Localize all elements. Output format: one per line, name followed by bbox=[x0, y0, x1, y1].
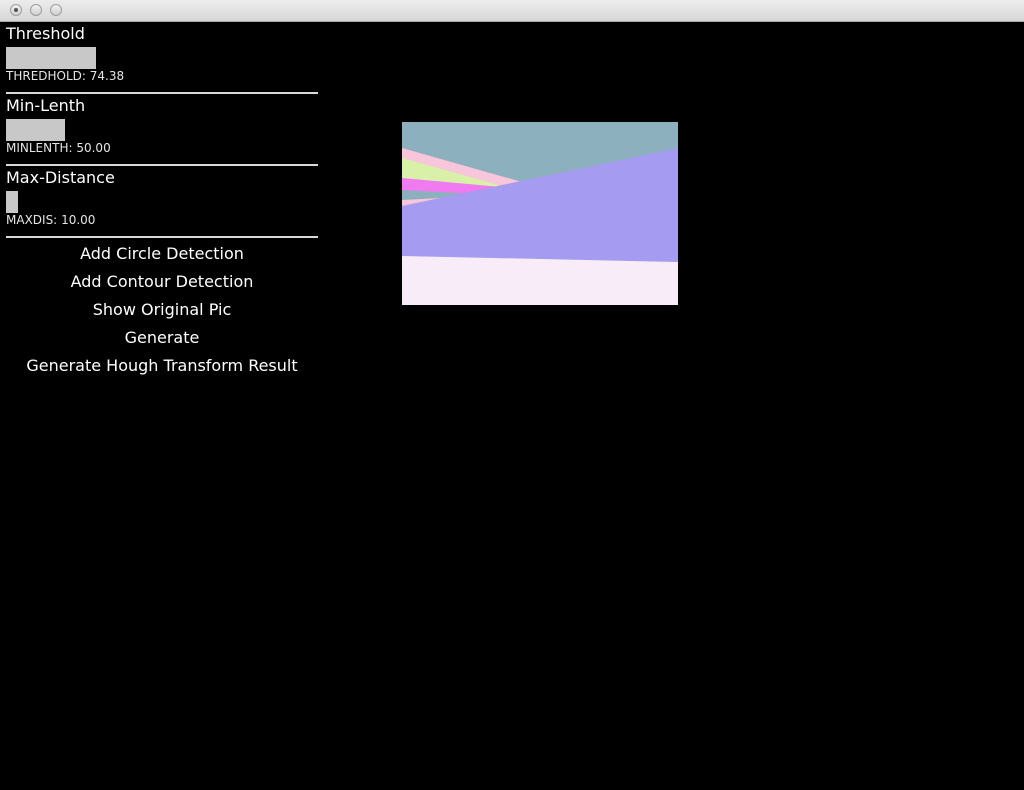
min-length-slider-fill[interactable] bbox=[6, 119, 65, 141]
add-circle-detection-button[interactable]: Add Circle Detection bbox=[6, 240, 318, 268]
add-contour-detection-button[interactable]: Add Contour Detection bbox=[6, 268, 318, 296]
min-length-slider[interactable] bbox=[6, 119, 318, 141]
title-bar bbox=[0, 0, 1024, 22]
minimize-window-button[interactable] bbox=[30, 4, 42, 16]
max-distance-slider[interactable] bbox=[6, 191, 318, 213]
max-distance-control: Max-Distance MAXDIS: 10.00 bbox=[6, 166, 318, 238]
show-original-pic-button[interactable]: Show Original Pic bbox=[6, 296, 318, 324]
threshold-readout: THREDHOLD: 74.38 bbox=[6, 69, 124, 83]
threshold-control: Threshold THREDHOLD: 74.38 bbox=[6, 22, 318, 94]
close-window-button[interactable] bbox=[10, 4, 22, 16]
max-distance-title: Max-Distance bbox=[6, 168, 115, 187]
max-distance-slider-fill[interactable] bbox=[6, 191, 18, 213]
close-icon bbox=[14, 8, 18, 12]
min-length-readout-value: 50.00 bbox=[76, 141, 111, 155]
threshold-title: Threshold bbox=[6, 24, 85, 43]
max-distance-readout: MAXDIS: 10.00 bbox=[6, 213, 95, 227]
generate-button[interactable]: Generate bbox=[6, 324, 318, 352]
threshold-slider[interactable] bbox=[6, 47, 318, 69]
action-list: Add Circle Detection Add Contour Detecti… bbox=[6, 240, 318, 380]
zoom-window-button[interactable] bbox=[50, 4, 62, 16]
max-distance-readout-label: MAXDIS: bbox=[6, 213, 58, 227]
section-divider bbox=[6, 236, 318, 238]
preview-floor-region bbox=[402, 256, 678, 305]
min-length-readout: MINLENTH: 50.00 bbox=[6, 141, 111, 155]
result-preview-image bbox=[402, 122, 678, 305]
min-length-title: Min-Lenth bbox=[6, 96, 86, 115]
max-distance-readout-value: 10.00 bbox=[61, 213, 96, 227]
control-panel: Threshold THREDHOLD: 74.38 Min-Lenth MIN… bbox=[6, 22, 318, 238]
min-length-control: Min-Lenth MINLENTH: 50.00 bbox=[6, 94, 318, 166]
result-preview-canvas bbox=[402, 122, 678, 305]
threshold-readout-label: THREDHOLD: bbox=[6, 69, 86, 83]
generate-hough-transform-button[interactable]: Generate Hough Transform Result bbox=[6, 352, 318, 380]
app-window: Threshold THREDHOLD: 74.38 Min-Lenth MIN… bbox=[0, 0, 1024, 790]
threshold-slider-fill[interactable] bbox=[6, 47, 96, 69]
min-length-readout-label: MINLENTH: bbox=[6, 141, 73, 155]
threshold-readout-value: 74.38 bbox=[89, 69, 125, 83]
